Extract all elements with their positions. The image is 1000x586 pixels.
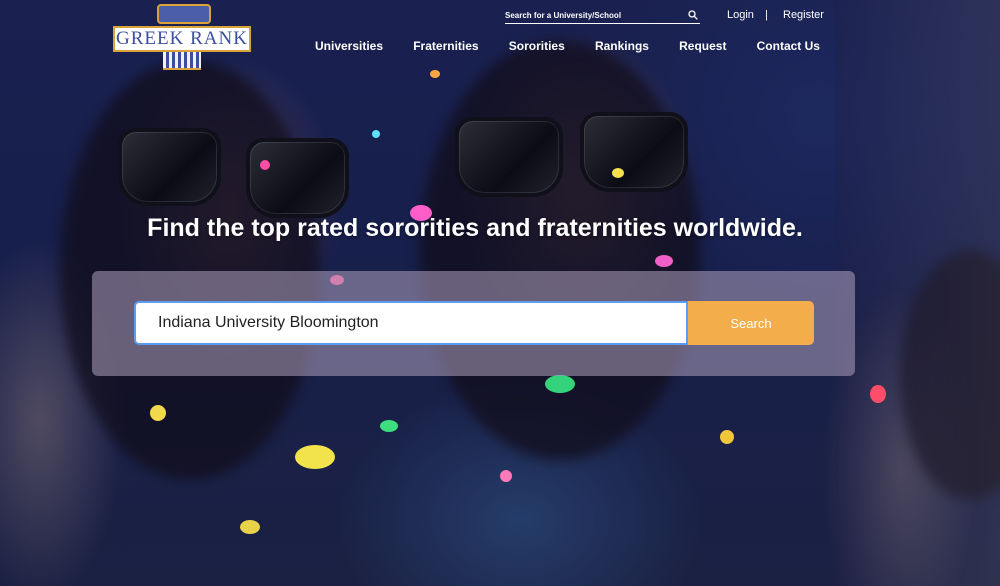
- login-link[interactable]: Login: [727, 9, 754, 21]
- search-icon[interactable]: [688, 10, 698, 20]
- main-nav: Universities Fraternities Sororities Ran…: [315, 39, 820, 53]
- header-search-input[interactable]: [505, 9, 685, 22]
- nav-rankings[interactable]: Rankings: [595, 39, 649, 53]
- header-search: [505, 9, 700, 24]
- nav-fraternities[interactable]: Fraternities: [413, 39, 478, 53]
- logo-columns-icon: [163, 52, 201, 70]
- university-search-input[interactable]: [134, 301, 688, 345]
- hero-headline: Find the top rated sororities and frater…: [147, 214, 803, 242]
- logo-text: GREEK RANK: [116, 28, 248, 49]
- nav-universities[interactable]: Universities: [315, 39, 383, 53]
- auth-separator: |: [765, 9, 768, 21]
- search-button[interactable]: Search: [688, 301, 814, 345]
- greek-rank-logo[interactable]: GREEK RANK: [113, 4, 253, 70]
- register-link[interactable]: Register: [783, 9, 824, 21]
- nav-request[interactable]: Request: [679, 39, 726, 53]
- nav-sororities[interactable]: Sororities: [509, 39, 565, 53]
- nav-contact-us[interactable]: Contact Us: [757, 39, 820, 53]
- logo-capital-icon: [157, 4, 211, 24]
